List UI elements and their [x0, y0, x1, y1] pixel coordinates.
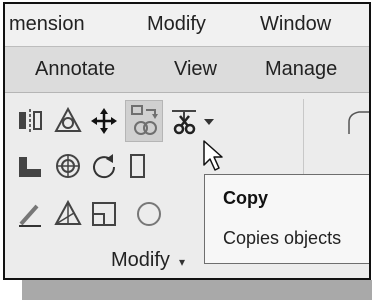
- array-polar-icon[interactable]: [53, 199, 83, 229]
- tab-annotate[interactable]: Annotate: [35, 58, 115, 81]
- tab-manage[interactable]: Manage: [265, 58, 337, 81]
- rectangle-icon[interactable]: [89, 199, 119, 229]
- menu-item-modify[interactable]: Modify: [147, 13, 206, 36]
- erase-icon[interactable]: [15, 199, 45, 229]
- mirror-icon[interactable]: [15, 106, 45, 136]
- array-icon[interactable]: [53, 106, 83, 136]
- stretch-icon[interactable]: [15, 151, 45, 181]
- tooltip-title: Copy: [223, 188, 268, 208]
- menu-item-dimension[interactable]: mension: [9, 13, 85, 36]
- circle-icon[interactable]: [131, 199, 161, 229]
- tab-view[interactable]: View: [174, 58, 217, 81]
- dropdown-icon[interactable]: [201, 106, 217, 136]
- offset-icon[interactable]: [53, 151, 83, 181]
- mouse-cursor-icon: [202, 139, 226, 173]
- ribbon-tab-bar: Annotate View Manage: [5, 47, 369, 93]
- chevron-down-icon[interactable]: ▾: [179, 255, 185, 269]
- copy-button[interactable]: [125, 100, 163, 142]
- application-window: mension Modify Window Annotate View Mana…: [3, 2, 371, 280]
- tooltip-description: Copies objects: [223, 228, 342, 248]
- trim-icon[interactable]: [169, 106, 199, 136]
- panel-title[interactable]: Modify: [111, 249, 170, 272]
- rotate-icon[interactable]: [89, 151, 119, 181]
- scale-icon[interactable]: [127, 151, 157, 181]
- window-shadow: [22, 280, 372, 300]
- copy-icon: [131, 105, 158, 135]
- menu-bar: mension Modify Window: [5, 4, 369, 47]
- menu-item-window[interactable]: Window: [260, 13, 331, 36]
- solid-shape-icon: [345, 106, 369, 136]
- copy-tooltip: Copy Copies objects: [204, 174, 369, 264]
- move-icon[interactable]: [89, 106, 119, 136]
